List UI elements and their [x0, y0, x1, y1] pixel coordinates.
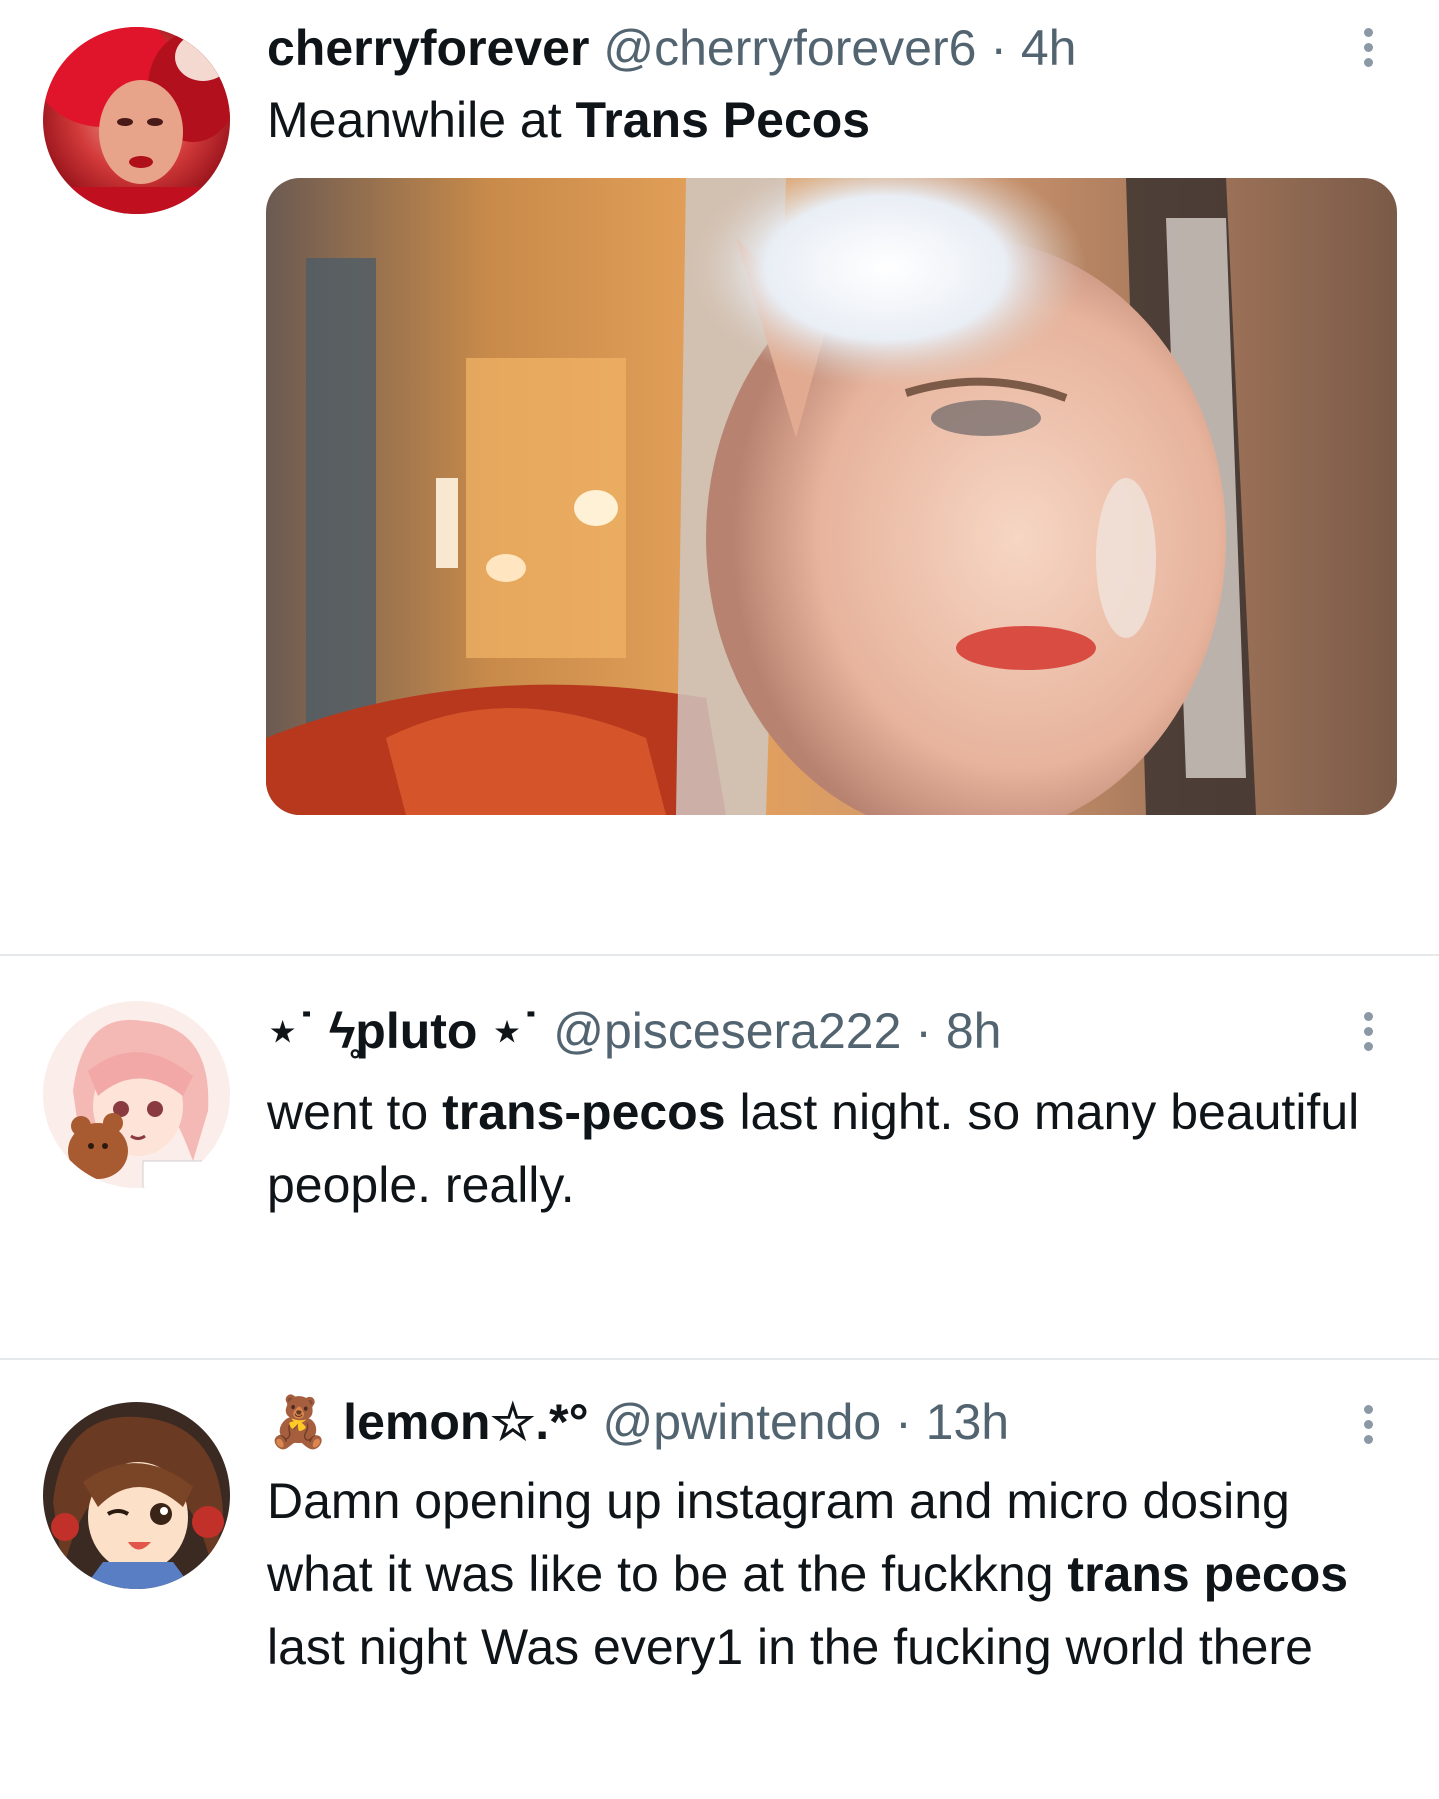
handle[interactable]: @cherryforever6	[603, 20, 976, 76]
tweet-text: went to trans-pecos last night. so many …	[267, 1076, 1387, 1222]
avatar-photo-red-hair	[43, 27, 230, 214]
display-name[interactable]: lemon☆.*°	[343, 1394, 588, 1450]
tweet-text-post: last night Was every1 in the fucking wor…	[267, 1619, 1313, 1675]
handle[interactable]: @piscesera222	[553, 1003, 901, 1059]
teddy-bear-icon: 🧸	[267, 1394, 330, 1450]
more-vertical-icon[interactable]	[1356, 28, 1380, 88]
tweet-media[interactable]	[266, 178, 1397, 815]
display-name[interactable]: ⋆˙ ϟ̥pluto ⋆˙	[267, 1003, 539, 1059]
avatar[interactable]	[43, 1001, 230, 1188]
tweet-text-pre: Meanwhile at	[267, 92, 576, 148]
photo-person-glitter-braids	[266, 178, 1397, 815]
handle[interactable]: @pwintendo	[603, 1394, 882, 1450]
tweet[interactable]: 🧸 lemon☆.*° @pwintendo · 13h Damn openin…	[0, 1360, 1439, 1799]
timestamp[interactable]: 4h	[1021, 20, 1077, 76]
tweet-text-bold: Trans Pecos	[575, 92, 871, 148]
separator: ·	[976, 20, 1021, 76]
tweet-text: Damn opening up instagram and micro dosi…	[267, 1465, 1387, 1684]
separator: ·	[901, 1003, 946, 1059]
more-vertical-icon[interactable]	[1356, 1012, 1380, 1072]
tweet-header: ⋆˙ ϟ̥pluto ⋆˙ @piscesera222 · 8h	[267, 1001, 1001, 1061]
avatar-anime-brown-hair-headphones	[43, 1402, 230, 1589]
avatar-anime-pink-hair-teddy	[43, 1001, 230, 1188]
separator: ·	[881, 1394, 926, 1450]
timestamp[interactable]: 8h	[946, 1003, 1002, 1059]
tweet-header: 🧸 lemon☆.*° @pwintendo · 13h	[267, 1392, 1009, 1452]
tweet-text: Meanwhile at Trans Pecos	[267, 84, 1387, 157]
tweet-text-bold: trans-pecos	[442, 1084, 726, 1140]
tweet-header: cherryforever @cherryforever6 · 4h	[267, 18, 1077, 78]
tweet[interactable]: cherryforever @cherryforever6 · 4h Meanw…	[0, 0, 1439, 955]
display-name[interactable]: cherryforever	[267, 20, 589, 76]
tweet-text-bold: trans pecos	[1067, 1546, 1349, 1602]
tweet[interactable]: ⋆˙ ϟ̥pluto ⋆˙ @piscesera222 · 8h went to…	[0, 956, 1439, 1358]
avatar[interactable]	[43, 27, 230, 214]
avatar[interactable]	[43, 1402, 230, 1589]
tweet-text-pre: went to	[267, 1084, 443, 1140]
timestamp[interactable]: 13h	[926, 1394, 1009, 1450]
more-vertical-icon[interactable]	[1356, 1405, 1380, 1465]
